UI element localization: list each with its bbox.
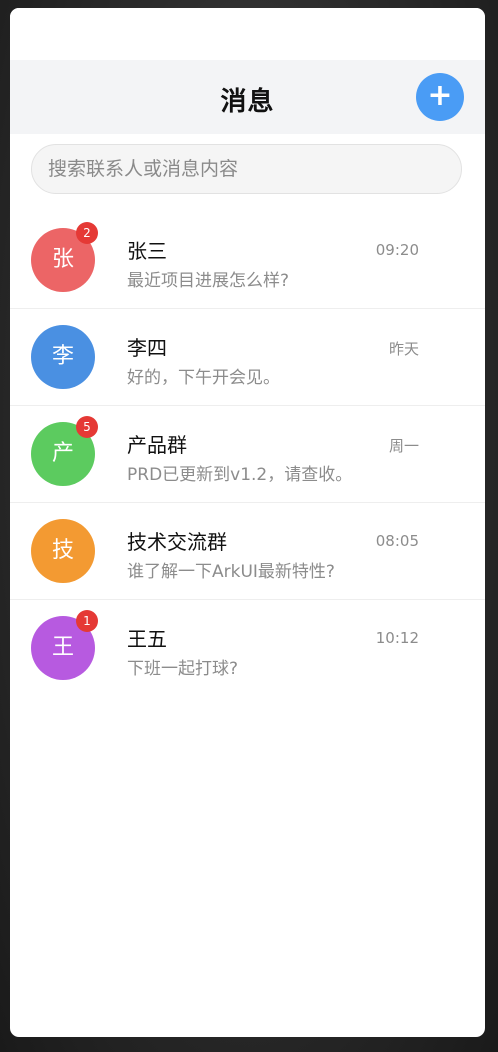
message-time: 昨天 (388, 340, 419, 358)
unread-badge: 5 (76, 416, 98, 438)
unread-badge: 1 (76, 610, 98, 632)
search-bar (10, 134, 485, 212)
search-input[interactable] (31, 144, 462, 194)
avatar: 李 (31, 325, 95, 389)
contact-name: 王五 (127, 627, 167, 651)
contact-name: 技术交流群 (127, 530, 227, 554)
message-preview: 谁了解一下ArkUI最新特性? (127, 562, 335, 582)
message-preview: 好的，下午开会见。 (127, 368, 280, 388)
conversation-item[interactable]: 技 技术交流群 谁了解一下ArkUI最新特性? 08:05 (10, 503, 485, 600)
message-time: 周一 (388, 437, 419, 455)
message-time: 08:05 (375, 532, 419, 550)
page-title: 消息 (220, 87, 275, 117)
conversation-list: 张 2 张三 最近项目进展怎么样? 09:20 李 李四 好的，下午开会见。 昨… (10, 212, 485, 696)
unread-badge: 2 (76, 222, 98, 244)
conversation-item[interactable]: 李 李四 好的，下午开会见。 昨天 (10, 309, 485, 406)
phone-screen: 消息 + 张 2 张三 最近项目进展怎么样? 09:20 李 李四 好的，下午开… (10, 8, 485, 1037)
conversation-item[interactable]: 张 2 张三 最近项目进展怎么样? 09:20 (10, 212, 485, 309)
conversation-item[interactable]: 产 5 产品群 PRD已更新到v1.2，请查收。 周一 (10, 406, 485, 503)
conversation-item[interactable]: 王 1 王五 下班一起打球? 10:12 (10, 600, 485, 696)
contact-name: 产品群 (127, 433, 187, 457)
status-bar (10, 8, 485, 60)
avatar: 技 (31, 519, 95, 583)
message-preview: PRD已更新到v1.2，请查收。 (127, 465, 353, 485)
contact-name: 张三 (127, 239, 167, 263)
message-time: 10:12 (375, 629, 419, 647)
message-time: 09:20 (375, 241, 419, 259)
message-preview: 最近项目进展怎么样? (127, 271, 290, 291)
contact-name: 李四 (127, 336, 167, 360)
add-button[interactable]: + (416, 73, 464, 121)
message-preview: 下班一起打球? (127, 659, 239, 679)
page-header: 消息 + (10, 60, 485, 134)
